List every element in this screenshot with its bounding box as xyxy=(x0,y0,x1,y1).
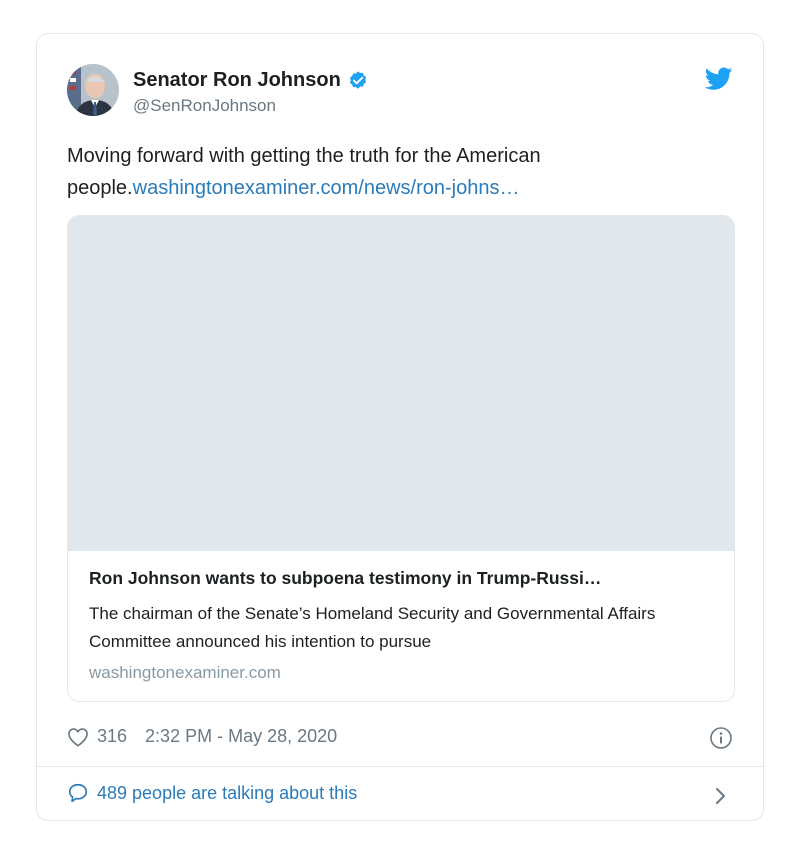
link-preview-image[interactable] xyxy=(68,216,734,551)
avatar[interactable] xyxy=(67,64,119,116)
talking-about-text[interactable]: 489 people are talking about this xyxy=(97,783,357,804)
author-name[interactable]: Senator Ron Johnson xyxy=(133,69,369,92)
embedded-tweet-card: Senator Ron Johnson @SenRonJohnson Movin… xyxy=(36,33,764,821)
info-icon[interactable] xyxy=(709,726,733,750)
avatar-portrait xyxy=(67,64,119,116)
link-preview-description: The chairman of the Senate’s Homeland Se… xyxy=(89,604,656,651)
divider xyxy=(37,766,763,767)
author-handle[interactable]: @SenRonJohnson xyxy=(133,96,276,116)
link-preview-card[interactable]: Ron Johnson wants to subpoena testimony … xyxy=(67,215,735,702)
tweet-link[interactable]: washingtonexaminer.com/news/ron-johns… xyxy=(133,177,520,199)
link-preview-domain: washingtonexaminer.com xyxy=(89,663,281,682)
talking-about-link[interactable]: 489 people are talking about this xyxy=(67,782,357,804)
like-count[interactable]: 316 xyxy=(97,726,127,747)
heart-icon[interactable] xyxy=(67,727,89,747)
twitter-bird-icon[interactable] xyxy=(705,67,733,91)
verified-badge-icon xyxy=(349,70,366,89)
author-name-text[interactable]: Senator Ron Johnson xyxy=(133,69,341,92)
tweet-text: Moving forward with getting the truth fo… xyxy=(67,140,727,204)
chevron-right-icon[interactable] xyxy=(713,786,727,806)
link-preview-title[interactable]: Ron Johnson wants to subpoena testimony … xyxy=(89,568,719,589)
speech-bubble-icon xyxy=(68,783,88,803)
timestamp[interactable]: 2:32 PM - May 28, 2020 xyxy=(145,726,337,747)
tweet-meta: 316 2:32 PM - May 28, 2020 xyxy=(67,726,337,747)
